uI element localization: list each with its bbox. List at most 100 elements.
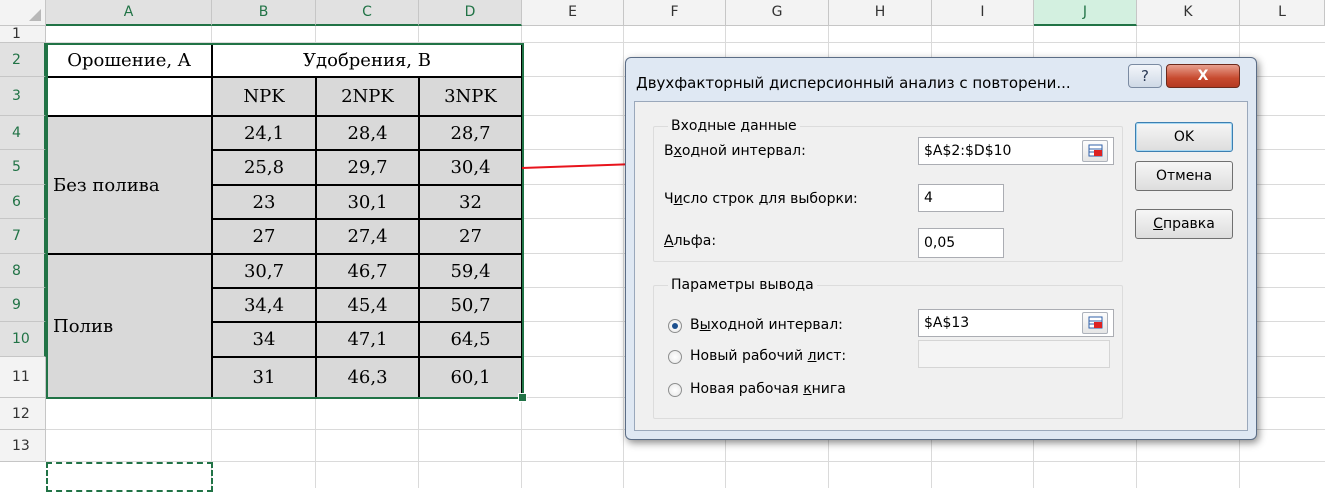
column-header-c[interactable]: C <box>316 0 419 26</box>
column-header-a[interactable]: A <box>46 0 212 26</box>
row-header-6[interactable]: 6 <box>0 185 46 219</box>
cell-B10[interactable]: 31 <box>212 357 316 398</box>
cell-C8[interactable]: 45,4 <box>316 288 419 322</box>
new-book-radio[interactable] <box>668 383 682 397</box>
cancel-button[interactable]: Отмена <box>1135 161 1233 191</box>
output-range-radio[interactable] <box>668 319 682 333</box>
cell-A1[interactable]: Орошение, A <box>46 43 212 77</box>
cell-B7[interactable]: 30,7 <box>212 254 316 288</box>
subheader-npk: NPK <box>243 86 285 107</box>
input-group-title: Входные данные <box>668 118 800 134</box>
cell-B4[interactable]: 25,8 <box>212 150 316 185</box>
column-header-d[interactable]: D <box>419 0 522 26</box>
cell-C9[interactable]: 47,1 <box>316 322 419 357</box>
cell-C3[interactable]: 28,4 <box>316 116 419 150</box>
cell-D2[interactable]: 3NPK <box>419 77 522 116</box>
cell-value: 23 <box>252 191 276 213</box>
column-header-k[interactable]: K <box>1137 0 1240 26</box>
cell-D7[interactable]: 59,4 <box>419 254 522 288</box>
row-header-3[interactable]: 3 <box>0 77 46 116</box>
cell-A3-A6[interactable]: Без полива <box>46 116 212 254</box>
cell-value: 34,4 <box>243 294 285 316</box>
cell-C10[interactable]: 46,3 <box>316 357 419 398</box>
cell-C7[interactable]: 46,7 <box>316 254 419 288</box>
help-titlebar-button[interactable]: ? <box>1128 64 1162 88</box>
column-header-h[interactable]: H <box>829 0 932 26</box>
ok-button[interactable]: OK <box>1135 122 1233 152</box>
cell-B2[interactable]: NPK <box>212 77 316 116</box>
alpha-field[interactable]: 0,05 <box>918 228 1004 258</box>
cell-B3[interactable]: 24,1 <box>212 116 316 150</box>
row-header-4[interactable]: 4 <box>0 116 46 150</box>
cell-D8[interactable]: 50,7 <box>419 288 522 322</box>
cell-B1-D1[interactable]: Удобрения, B <box>212 43 522 77</box>
cell-value: 31 <box>252 367 276 388</box>
cell-value: 27,4 <box>347 226 388 247</box>
column-header-f[interactable]: F <box>624 0 726 26</box>
fill-handle[interactable] <box>518 393 527 402</box>
row-header-12[interactable]: 12 <box>0 398 46 430</box>
collapse-dialog-icon[interactable] <box>1082 140 1108 162</box>
cell-B5[interactable]: 23 <box>212 185 316 219</box>
gridline <box>623 26 624 488</box>
collapse-dialog-output-icon[interactable] <box>1082 312 1108 334</box>
row-header-11[interactable]: 11 <box>0 357 46 398</box>
output-group-title: Параметры вывода <box>668 277 817 293</box>
cell-D5[interactable]: 32 <box>419 185 522 219</box>
column-header-i[interactable]: I <box>932 0 1034 26</box>
cell-value: 46,3 <box>347 367 388 388</box>
column-header-b[interactable]: B <box>212 0 316 26</box>
close-button[interactable]: X <box>1166 64 1240 88</box>
cell-D3[interactable]: 28,7 <box>419 116 522 150</box>
cell-C5[interactable]: 30,1 <box>316 185 419 219</box>
question-icon: ? <box>1141 67 1149 85</box>
new-sheet-radio[interactable] <box>668 350 682 364</box>
column-header-e[interactable]: E <box>522 0 624 26</box>
cell-value: 30,4 <box>450 157 491 178</box>
cell-value: 34 <box>252 329 276 350</box>
cell-C6[interactable]: 27,4 <box>316 219 419 254</box>
new-sheet-field[interactable] <box>918 340 1110 368</box>
cell-B8[interactable]: 34,4 <box>212 288 316 322</box>
cell-value: 59,4 <box>450 260 491 282</box>
row-header-7[interactable]: 7 <box>0 219 46 254</box>
cell-C4[interactable]: 29,7 <box>316 150 419 185</box>
cell-value: 27 <box>459 226 482 247</box>
cell-A7-A10[interactable]: Полив <box>46 254 212 398</box>
group-label-irrigation: Полив <box>53 315 114 337</box>
row-header-1[interactable]: 1 <box>0 26 46 43</box>
column-header-j[interactable]: J <box>1034 0 1137 26</box>
cell-B9[interactable]: 34 <box>212 322 316 357</box>
cell-D9[interactable]: 64,5 <box>419 322 522 357</box>
row-header-2[interactable]: 2 <box>0 43 46 77</box>
cell-D4[interactable]: 30,4 <box>419 150 522 185</box>
group-label-no-irrigation: Без полива <box>53 174 160 196</box>
subheader-2npk: 2NPK <box>341 86 394 107</box>
cell-value: 25,8 <box>243 157 285 178</box>
header-fertilizers: Удобрения, B <box>303 49 431 71</box>
cell-B6[interactable]: 27 <box>212 219 316 254</box>
column-header-g[interactable]: G <box>726 0 829 26</box>
cell-value: 46,7 <box>347 260 388 282</box>
row-header-9[interactable]: 9 <box>0 288 46 322</box>
row-header-5[interactable]: 5 <box>0 150 46 185</box>
cell-C2[interactable]: 2NPK <box>316 77 419 116</box>
cell-value: 60,1 <box>450 367 491 388</box>
cell-D6[interactable]: 27 <box>419 219 522 254</box>
row-header-10[interactable]: 10 <box>0 322 46 357</box>
cell-A2[interactable] <box>46 77 212 116</box>
column-header-l[interactable]: L <box>1240 0 1325 26</box>
close-icon: X <box>1197 68 1209 84</box>
subheader-3npk: 3NPK <box>444 86 497 107</box>
cell-value: 28,4 <box>347 122 388 144</box>
rows-per-sample-field[interactable]: 4 <box>918 184 1004 212</box>
row-header-8[interactable]: 8 <box>0 254 46 288</box>
cell-D10[interactable]: 60,1 <box>419 357 522 398</box>
dialog-client: Входные данные Входной интервал: $A$2:$D… <box>634 101 1248 431</box>
cell-value: 64,5 <box>450 329 491 350</box>
select-all-corner[interactable] <box>0 0 46 26</box>
help-button[interactable]: Справка <box>1135 209 1233 239</box>
row-header-13[interactable]: 13 <box>0 430 46 462</box>
cell-value: 47,1 <box>347 329 388 350</box>
cell-value: 50,7 <box>450 294 491 316</box>
